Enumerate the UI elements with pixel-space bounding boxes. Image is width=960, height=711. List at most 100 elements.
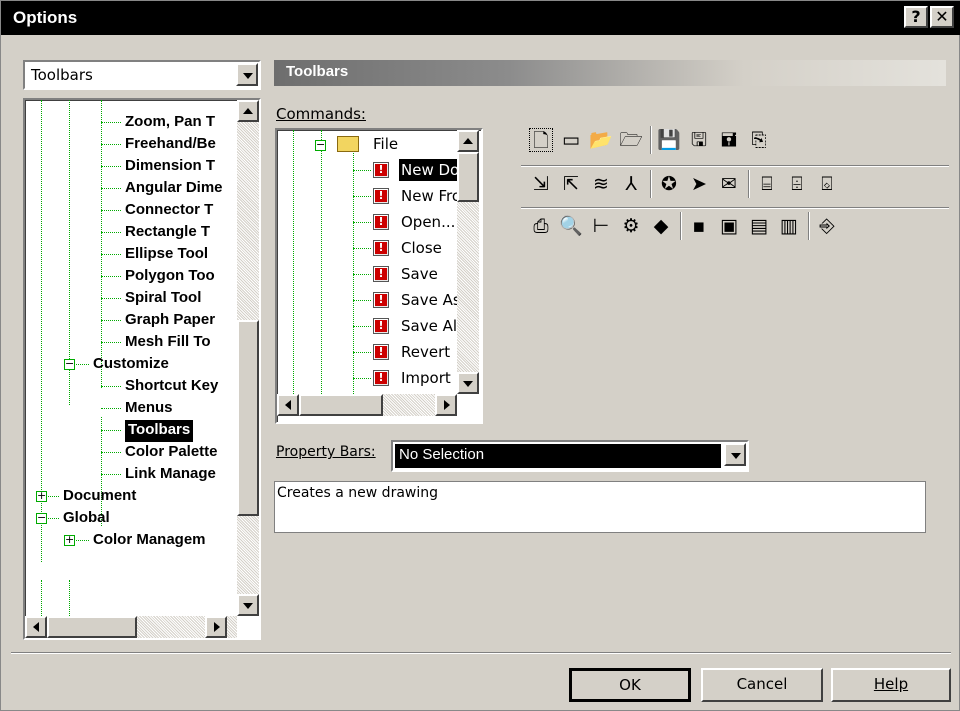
commands-vscrollbar[interactable]: [457, 130, 479, 394]
spread-icon[interactable]: ▪: [687, 214, 711, 238]
command-item[interactable]: Revert: [401, 341, 450, 363]
close-button[interactable]: ✕: [930, 6, 954, 28]
category-tree[interactable]: Zoom, Pan T Freehand/Be Dimension T Angular…: [23, 98, 261, 640]
tree-item[interactable]: Global: [63, 508, 110, 530]
expander-icon[interactable]: +: [64, 534, 75, 546]
tree-item[interactable]: Zoom, Pan T: [125, 112, 215, 134]
cancel-button[interactable]: Cancel: [701, 668, 823, 702]
warning-icon: [373, 162, 389, 178]
camera-acquire-icon[interactable]: ⌹: [785, 172, 809, 196]
scroll-up-button[interactable]: [237, 100, 259, 122]
help-title-button[interactable]: ?: [904, 6, 928, 28]
exit-icon[interactable]: ⎆: [815, 214, 839, 238]
window-tile-icon[interactable]: ▤: [747, 214, 771, 238]
window-save-icon[interactable]: ▥: [777, 214, 801, 238]
scroll-down-button[interactable]: [237, 594, 259, 616]
publish-html-icon[interactable]: ≋: [589, 172, 613, 196]
scroll-left-button[interactable]: [277, 394, 299, 416]
warning-icon: [373, 344, 389, 360]
tree-item[interactable]: Connector T: [125, 200, 213, 222]
scroll-right-button[interactable]: [205, 616, 227, 638]
new-from-template-icon[interactable]: ▭: [559, 128, 583, 152]
property-bars-label-text: Property Bars:: [276, 444, 376, 460]
warning-icon: [373, 370, 389, 386]
command-item[interactable]: Close: [401, 237, 442, 259]
panel-header-title: Toolbars: [286, 63, 349, 80]
acquire-icon[interactable]: ➤: [687, 172, 711, 196]
print-merge-icon[interactable]: ⊢: [589, 214, 613, 238]
command-item[interactable]: Open...: [401, 211, 455, 233]
tree-item[interactable]: Ellipse Tool: [125, 244, 208, 266]
help-button[interactable]: Help: [831, 668, 951, 702]
revert-icon[interactable]: ⎘: [747, 128, 771, 152]
tree-item-selected[interactable]: Toolbars: [125, 420, 194, 442]
commands-hscrollbar[interactable]: [277, 394, 457, 416]
tree-item[interactable]: Graph Paper: [125, 310, 215, 332]
import-icon[interactable]: ⇲: [529, 172, 553, 196]
tree-item[interactable]: Spiral Tool: [125, 288, 201, 310]
scroll-right-button[interactable]: [435, 394, 457, 416]
tree-item[interactable]: Document: [63, 486, 136, 508]
command-item[interactable]: Save: [401, 263, 438, 285]
warning-icon: [373, 266, 389, 282]
expander-icon[interactable]: −: [64, 358, 75, 370]
tree-item[interactable]: Rectangle T: [125, 222, 210, 244]
expander-icon[interactable]: +: [36, 490, 47, 502]
camera-select-icon[interactable]: ⌺: [815, 172, 839, 196]
tree-hscrollbar[interactable]: [25, 616, 237, 638]
options-dialog: Options ? ✕ Toolbars Zoom, Pan T Freehand…: [0, 0, 960, 711]
commands-tree[interactable]: − File New DocuNew FromOpen...CloseSaveS…: [275, 128, 483, 424]
chevron-down-icon[interactable]: [724, 443, 746, 466]
scroll-thumb[interactable]: [237, 320, 259, 516]
color-proof-icon[interactable]: ◆: [649, 214, 673, 238]
camera-icon[interactable]: ⌸: [755, 172, 779, 196]
tree-item[interactable]: Polygon Too: [125, 266, 215, 288]
tree-vscrollbar[interactable]: [237, 100, 259, 616]
save-all-icon[interactable]: 🖬: [717, 128, 741, 152]
command-item[interactable]: Import: [401, 367, 451, 389]
collapse-file-icon[interactable]: −: [315, 139, 326, 151]
send-mail-icon[interactable]: ✉: [717, 172, 741, 196]
print-setup-icon[interactable]: ⚙: [619, 214, 643, 238]
save-as-icon[interactable]: 🖫: [687, 128, 711, 152]
scroll-down-button[interactable]: [457, 372, 479, 394]
property-bars-value: No Selection: [399, 446, 485, 463]
scan-icon[interactable]: ✪: [657, 172, 681, 196]
help-label: Help: [873, 675, 909, 693]
hscroll-thumb[interactable]: [299, 394, 383, 416]
ok-button[interactable]: OK: [569, 668, 691, 702]
tree-item[interactable]: Dimension T: [125, 156, 215, 178]
tree-item[interactable]: Shortcut Key: [125, 376, 218, 398]
tree-item[interactable]: Customize: [93, 354, 169, 376]
hscroll-thumb[interactable]: [47, 616, 137, 638]
property-bars-dropdown[interactable]: No Selection: [391, 440, 749, 472]
tree-item[interactable]: Link Manage: [125, 464, 216, 486]
scroll-up-button[interactable]: [457, 130, 479, 152]
tree-item[interactable]: Freehand/Be: [125, 134, 216, 156]
category-dropdown-value: Toolbars: [31, 66, 93, 84]
ok-label: OK: [619, 676, 641, 694]
window-icon[interactable]: ▣: [717, 214, 741, 238]
new-document-icon[interactable]: 🗋: [529, 128, 553, 152]
category-dropdown[interactable]: Toolbars: [23, 60, 261, 90]
warning-icon: [373, 240, 389, 256]
save-icon[interactable]: 💾: [657, 128, 681, 152]
property-bars-label: Property Bars:: [276, 444, 376, 460]
toolbar-preview: 🗋 ▭ 📂 🗁 💾 🖫 🖬 ⎘ ⇲ ⇱ ≋ ⅄ ✪ ➤ ✉ ⌸ ⌹ ⌺ ⎙ 🔍 ⊢ ⚙ ◆ ▪ ▣ ▤ ▥ ⎆: [521, 124, 949, 240]
export-icon[interactable]: ⇱: [559, 172, 583, 196]
open-icon[interactable]: 📂: [589, 128, 613, 152]
command-item[interactable]: Save All: [401, 315, 461, 337]
expander-icon[interactable]: −: [36, 512, 47, 524]
print-preview-icon[interactable]: 🔍: [559, 214, 583, 238]
scroll-left-button[interactable]: [25, 616, 47, 638]
scroll-thumb[interactable]: [457, 152, 479, 202]
tree-item[interactable]: Mesh Fill To: [125, 332, 211, 354]
tree-item[interactable]: Menus: [125, 398, 173, 420]
tree-item[interactable]: Angular Dime: [125, 178, 223, 200]
tree-item[interactable]: Color Managem: [93, 530, 206, 552]
open-folder-icon[interactable]: 🗁: [619, 128, 643, 152]
tree-item[interactable]: Color Palette: [125, 442, 218, 464]
chevron-down-icon[interactable]: [236, 63, 258, 86]
print-icon[interactable]: ⎙: [529, 214, 553, 238]
publish-pdf-icon[interactable]: ⅄: [619, 172, 643, 196]
